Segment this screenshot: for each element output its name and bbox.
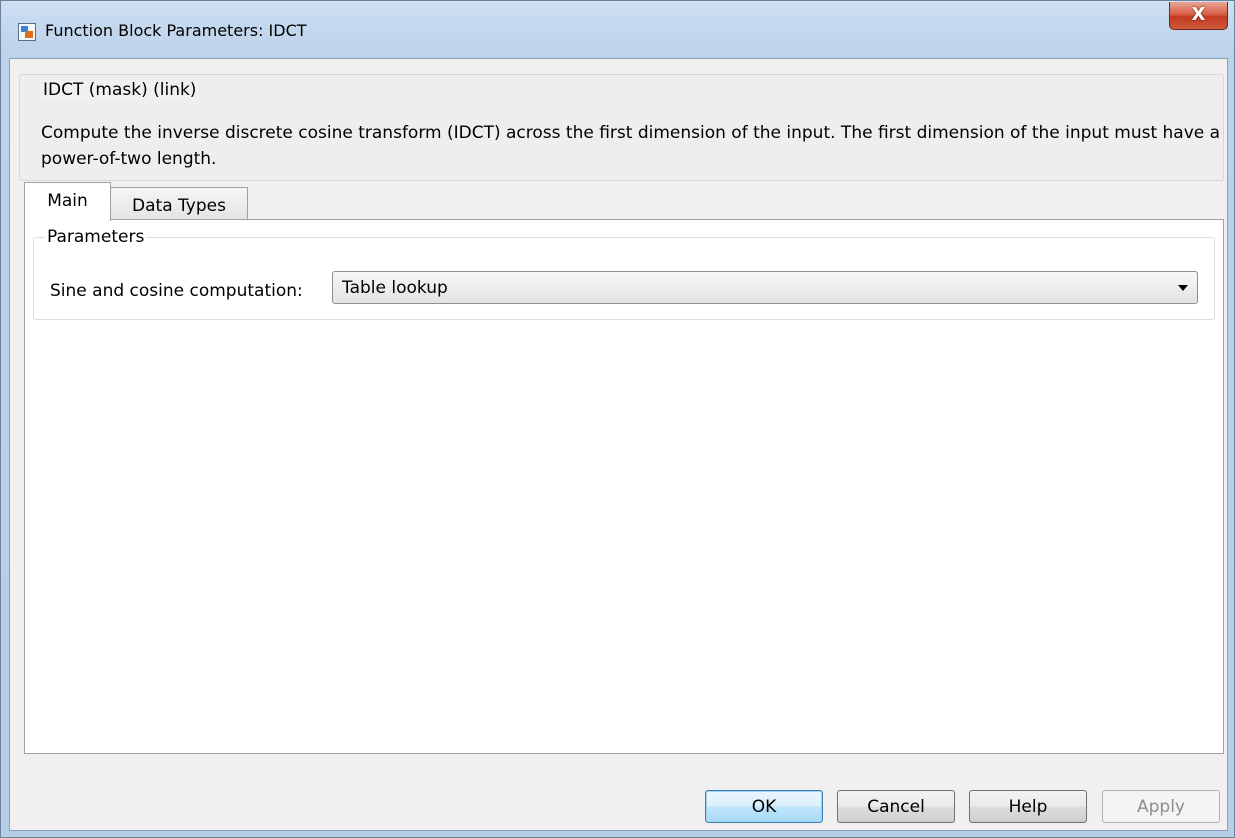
dialog-client-area: IDCT (mask) (link) Compute the inverse d… (9, 58, 1228, 831)
sine-cosine-computation-select[interactable]: Table lookup (332, 271, 1198, 304)
window-title: Function Block Parameters: IDCT (45, 21, 307, 40)
tab-panel-main: Parameters Sine and cosine computation: … (24, 219, 1224, 754)
description-text: Compute the inverse discrete cosine tran… (41, 123, 1221, 169)
cancel-button[interactable]: Cancel (837, 790, 955, 823)
tab-main[interactable]: Main (24, 182, 111, 221)
apply-button[interactable]: Apply (1102, 790, 1220, 823)
simulink-block-icon (18, 23, 36, 41)
sine-cosine-label: Sine and cosine computation: (50, 281, 303, 301)
description-legend: IDCT (mask) (link) (40, 80, 200, 100)
close-button[interactable]: X (1169, 2, 1228, 30)
dialog-window: Function Block Parameters: IDCT X IDCT (… (0, 0, 1235, 838)
help-button[interactable]: Help (969, 790, 1087, 823)
parameters-group: Parameters Sine and cosine computation: … (33, 227, 1215, 320)
description-group: IDCT (mask) (link) Compute the inverse d… (19, 74, 1224, 181)
close-icon: X (1191, 4, 1206, 25)
chevron-down-icon (1178, 285, 1188, 291)
ok-button[interactable]: OK (705, 790, 823, 823)
select-value: Table lookup (342, 278, 448, 298)
parameters-legend: Parameters (45, 227, 147, 247)
title-bar[interactable]: Function Block Parameters: IDCT X (1, 1, 1234, 59)
